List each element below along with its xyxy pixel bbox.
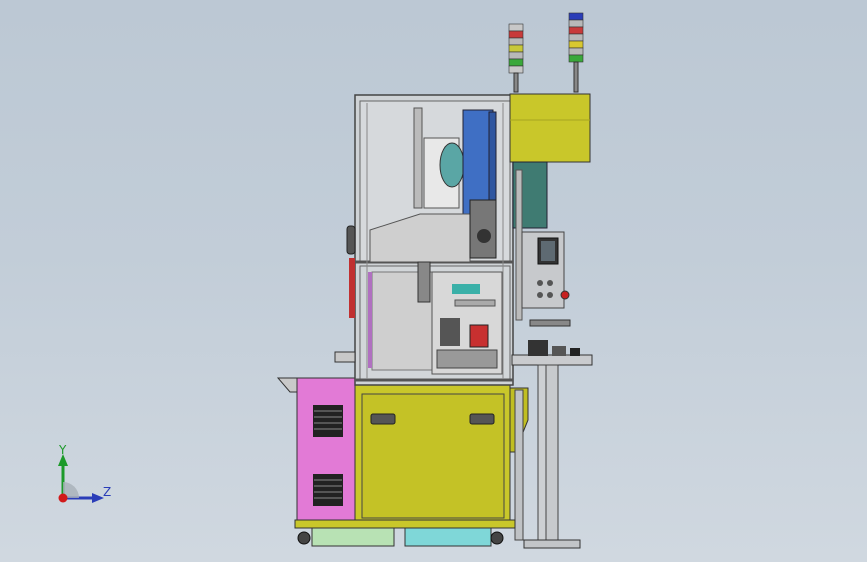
panel-button-1[interactable]	[537, 280, 543, 286]
tower-light-segment	[508, 58, 524, 67]
tower-pole	[573, 61, 579, 93]
cabinet-door[interactable]	[361, 393, 505, 519]
vent-grille-upper	[313, 405, 343, 437]
tower-light-segment	[568, 19, 584, 28]
tower-light-segment	[568, 54, 584, 63]
door-handle-right[interactable]	[469, 413, 495, 425]
panel-button-3[interactable]	[537, 292, 543, 298]
caster-wheel-left	[297, 531, 311, 545]
tower-light-segment	[508, 30, 524, 39]
y-axis-label: Y	[59, 443, 67, 457]
cad-graphics-viewport[interactable]: Y Z	[0, 0, 867, 562]
panel-button-4[interactable]	[547, 292, 553, 298]
tower-light-segment	[568, 26, 584, 35]
tower-light-segment	[508, 23, 524, 32]
tower-light-segment	[508, 44, 524, 53]
feeding-mechanism[interactable]	[368, 261, 503, 375]
tower-light-segment	[568, 40, 584, 49]
side-worktable[interactable]	[511, 319, 593, 549]
tower-light-segment	[568, 33, 584, 42]
origin-point	[58, 493, 68, 503]
view-orientation-triad[interactable]: Y Z	[48, 438, 128, 518]
pink-cabinet[interactable]	[276, 377, 360, 521]
tower-light-segment	[508, 37, 524, 46]
olive-lower-cabinet[interactable]	[354, 384, 529, 522]
tower-light-segment	[508, 51, 524, 60]
tower-light-segment	[568, 12, 584, 21]
control-panel[interactable]	[521, 231, 570, 309]
machine-model-view[interactable]	[0, 0, 867, 562]
emergency-stop-button[interactable]	[560, 290, 570, 300]
door-handle-left[interactable]	[370, 413, 396, 425]
panel-button-2[interactable]	[547, 280, 553, 286]
z-axis-label: Z	[103, 485, 112, 499]
side-handle	[276, 377, 298, 393]
tower-pole	[513, 72, 519, 93]
tower-light-segment	[568, 47, 584, 56]
vent-grille-lower	[313, 474, 343, 506]
caster-wheel-right	[490, 531, 504, 545]
tower-light-segment	[508, 65, 524, 74]
signal-tower-right[interactable]	[568, 12, 584, 93]
signal-tower-left[interactable]	[508, 23, 524, 93]
